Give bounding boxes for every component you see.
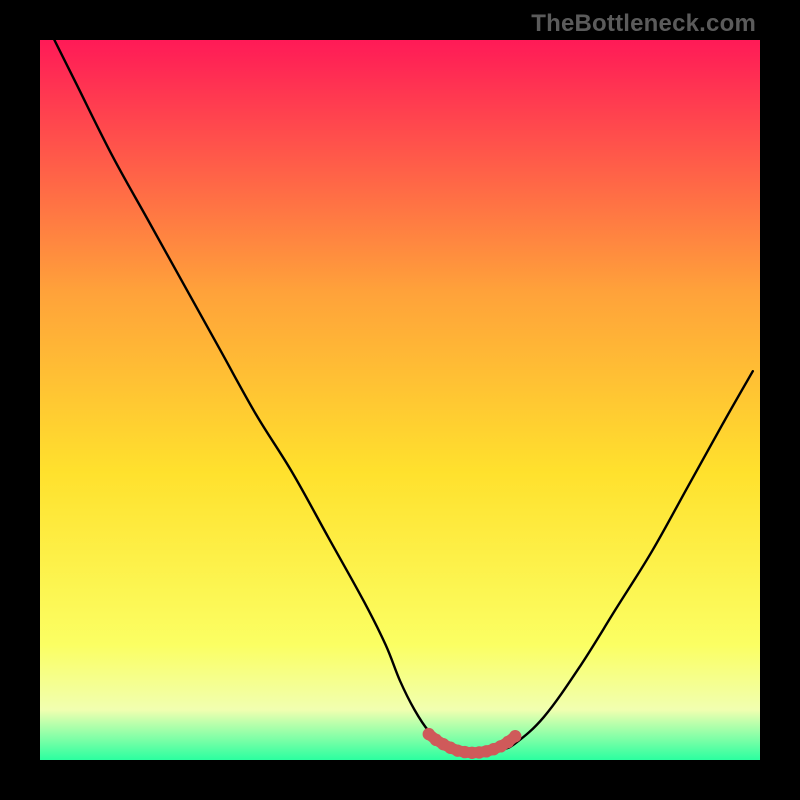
plot-svg [40,40,760,760]
optimal-range-dot [509,730,521,742]
gradient-background [40,40,760,760]
chart-frame: TheBottleneck.com [0,0,800,800]
plot-area [40,40,760,760]
attribution-label: TheBottleneck.com [531,10,756,38]
